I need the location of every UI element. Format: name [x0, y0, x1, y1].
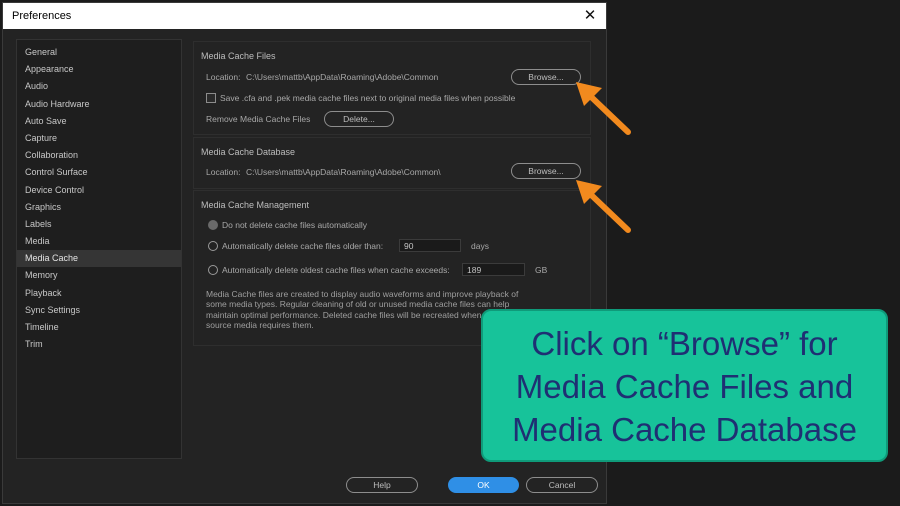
cache-files-location-path: C:\Users\mattb\AppData\Roaming\Adobe\Com… — [246, 72, 439, 82]
title-bar: Preferences ✕ — [3, 3, 606, 29]
radio-delete-when-exceeds-label: Automatically delete oldest cache files … — [222, 265, 450, 275]
sidebar-item-sync-settings[interactable]: Sync Settings — [17, 302, 181, 319]
cache-database-browse-button[interactable]: Browse... — [511, 163, 581, 179]
delete-cache-files-button[interactable]: Delete... — [324, 111, 394, 127]
instruction-callout: Click on “Browse” for Media Cache Files … — [481, 309, 888, 462]
radio-do-not-delete[interactable] — [208, 220, 218, 230]
sidebar-item-auto-save[interactable]: Auto Save — [17, 113, 181, 130]
callout-line-3: Media Cache Database — [512, 411, 857, 448]
cache-database-location-path: C:\Users\mattb\AppData\Roaming\Adobe\Com… — [246, 167, 441, 177]
preferences-sidebar: General Appearance Audio Audio Hardware … — [16, 39, 182, 459]
sidebar-item-collaboration[interactable]: Collaboration — [17, 147, 181, 164]
sidebar-item-media[interactable]: Media — [17, 233, 181, 250]
sidebar-item-device-control[interactable]: Device Control — [17, 182, 181, 199]
sidebar-item-audio[interactable]: Audio — [17, 78, 181, 95]
sidebar-item-audio-hardware[interactable]: Audio Hardware — [17, 96, 181, 113]
ok-button[interactable]: OK — [448, 477, 519, 493]
cache-database-location-label: Location: — [206, 167, 241, 177]
older-than-days-input[interactable]: 90 — [399, 239, 461, 252]
radio-delete-older-than[interactable] — [208, 241, 218, 251]
save-cfa-pek-checkbox[interactable] — [206, 93, 216, 103]
close-icon[interactable]: ✕ — [580, 6, 600, 26]
cache-exceeds-gb-input[interactable]: 189 — [462, 263, 525, 276]
sidebar-item-capture[interactable]: Capture — [17, 130, 181, 147]
cache-files-browse-button[interactable]: Browse... — [511, 69, 581, 85]
media-cache-files-title: Media Cache Files — [201, 51, 276, 61]
gb-unit-label: GB — [535, 265, 548, 275]
media-cache-management-title: Media Cache Management — [201, 200, 310, 210]
remove-cache-files-label: Remove Media Cache Files — [206, 114, 311, 124]
media-cache-database-group: Media Cache Database Location: C:\Users\… — [193, 137, 591, 189]
sidebar-item-trim[interactable]: Trim — [17, 336, 181, 353]
save-cfa-pek-label: Save .cfa and .pek media cache files nex… — [220, 93, 516, 103]
cancel-button[interactable]: Cancel — [526, 477, 598, 493]
media-cache-files-group: Media Cache Files Location: C:\Users\mat… — [193, 41, 591, 135]
dialog-title: Preferences — [12, 10, 72, 22]
sidebar-item-memory[interactable]: Memory — [17, 267, 181, 284]
cache-files-location-label: Location: — [206, 72, 241, 82]
arrow-to-files-browse-icon — [576, 82, 631, 135]
callout-line-1: Click on “Browse” for — [531, 325, 838, 362]
sidebar-item-playback[interactable]: Playback — [17, 285, 181, 302]
sidebar-item-timeline[interactable]: Timeline — [17, 319, 181, 336]
sidebar-item-graphics[interactable]: Graphics — [17, 199, 181, 216]
days-unit-label: days — [471, 241, 489, 251]
sidebar-item-labels[interactable]: Labels — [17, 216, 181, 233]
sidebar-item-control-surface[interactable]: Control Surface — [17, 164, 181, 181]
sidebar-item-general[interactable]: General — [17, 44, 181, 61]
sidebar-item-media-cache[interactable]: Media Cache — [17, 250, 181, 268]
media-cache-database-title: Media Cache Database — [201, 147, 296, 157]
arrow-to-database-browse-icon — [576, 180, 631, 233]
radio-delete-older-than-label: Automatically delete cache files older t… — [222, 241, 384, 251]
radio-delete-when-exceeds[interactable] — [208, 265, 218, 275]
help-button[interactable]: Help — [346, 477, 418, 493]
radio-do-not-delete-label: Do not delete cache files automatically — [222, 220, 368, 230]
sidebar-item-appearance[interactable]: Appearance — [17, 61, 181, 78]
callout-line-2: Media Cache Files and — [515, 368, 854, 405]
